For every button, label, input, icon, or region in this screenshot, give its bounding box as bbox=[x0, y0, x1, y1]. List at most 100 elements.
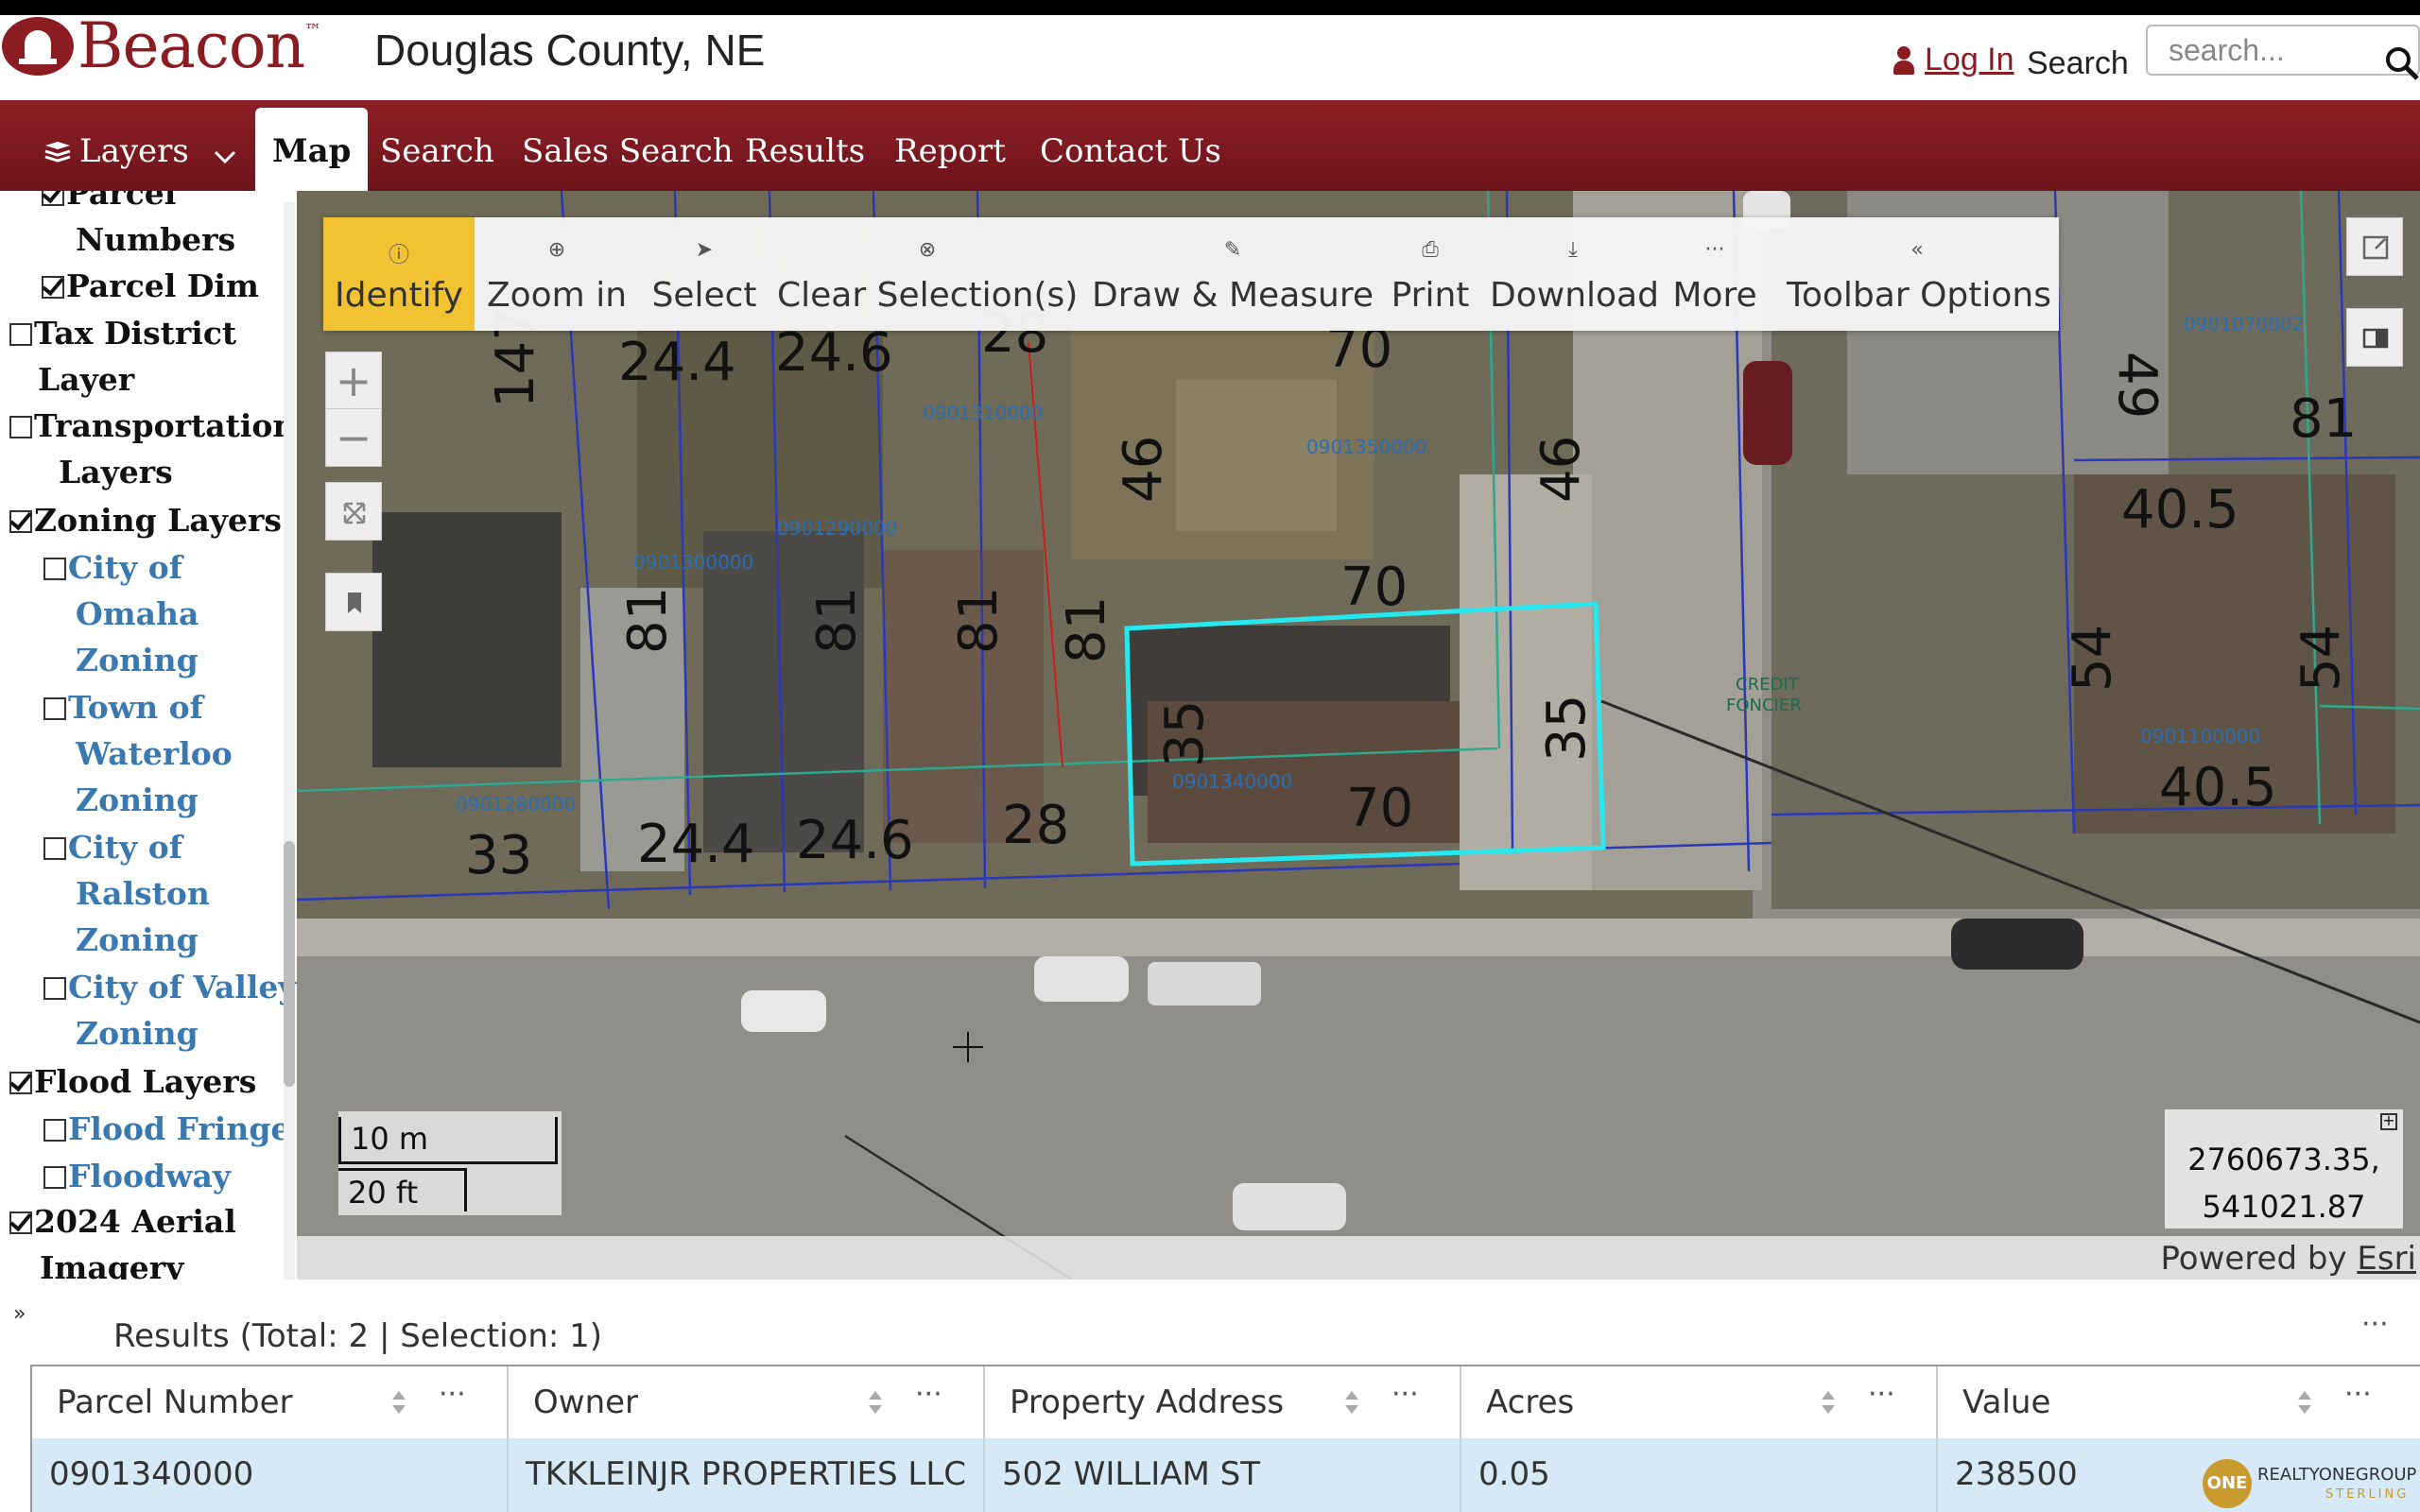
layer-label: Numbers bbox=[76, 221, 236, 258]
parcel-id-label: 0901280000 bbox=[456, 793, 576, 816]
bookmark-button[interactable] bbox=[325, 573, 382, 631]
nav-tab-search[interactable]: Search bbox=[380, 132, 494, 170]
sidebar-scroll-thumb[interactable] bbox=[284, 841, 295, 1087]
cell-owner[interactable]: TKKLEINJR PROPERTIES LLC bbox=[509, 1438, 985, 1512]
layers-icon bbox=[44, 142, 71, 163]
nav-tab-map[interactable]: Map bbox=[255, 108, 369, 200]
sort-icon[interactable] bbox=[1342, 1383, 1361, 1421]
nav-tab-sales-search[interactable]: Sales Search bbox=[522, 132, 734, 170]
checkbox-zoning[interactable] bbox=[9, 510, 32, 533]
search-label: Search bbox=[2027, 45, 2129, 81]
coordinate-readout: + 2760673.35, 541021.87 bbox=[2165, 1109, 2403, 1228]
column-menu-icon[interactable]: ··· bbox=[1868, 1378, 1895, 1411]
esri-link[interactable]: Esri bbox=[2357, 1240, 2416, 1278]
layer-omaha-zoning[interactable]: City of Omaha Zoning bbox=[43, 544, 199, 683]
overview-map-button[interactable] bbox=[2346, 217, 2403, 276]
tool-download[interactable]: ⤓ Download bbox=[1490, 217, 1659, 331]
nav-layers-dropdown[interactable]: Layers bbox=[43, 132, 237, 170]
layer-parcel-dim[interactable]: Parcel Dim bbox=[42, 263, 259, 309]
layer-flood-fringe[interactable]: Flood Fringe bbox=[43, 1106, 290, 1152]
table-row[interactable]: 0901340000 TKKLEINJR PROPERTIES LLC 502 … bbox=[32, 1438, 2420, 1512]
sort-icon[interactable] bbox=[1819, 1383, 1838, 1421]
tool-label: Clear Selection(s) bbox=[777, 276, 1079, 315]
checkbox-aerial-2024[interactable] bbox=[9, 1211, 32, 1234]
tool-more[interactable]: ··· More bbox=[1669, 217, 1760, 331]
checkbox-flood-fringe[interactable] bbox=[43, 1119, 66, 1142]
coord-x: 2760673.35, bbox=[2187, 1142, 2380, 1177]
column-label: Acres bbox=[1486, 1383, 1575, 1421]
column-header-value[interactable]: Value ··· bbox=[1938, 1366, 2420, 1438]
dim-label: 54 bbox=[2290, 625, 2352, 692]
layer-parcel-numbers[interactable]: Parcel Numbers bbox=[42, 191, 235, 263]
sort-icon[interactable] bbox=[389, 1383, 408, 1421]
layer-aerial-2024[interactable]: 2024 Aerial Imagery bbox=[9, 1198, 236, 1280]
login-link[interactable]: Log In bbox=[1893, 42, 2014, 78]
layer-floodway[interactable]: Floodway bbox=[43, 1153, 231, 1199]
dim-label: 81 bbox=[617, 587, 679, 654]
cell-acres[interactable]: 0.05 bbox=[1461, 1438, 1938, 1512]
layer-waterloo-zoning[interactable]: Town of Waterloo Zoning bbox=[43, 684, 233, 823]
tool-select[interactable]: ➤ Select bbox=[645, 217, 764, 331]
search-icon[interactable] bbox=[2384, 45, 2420, 81]
clear-icon: ⊗ bbox=[918, 238, 937, 262]
tool-label: Draw & Measure bbox=[1092, 276, 1374, 315]
tool-zoom-in[interactable]: ⊕ Zoom in bbox=[486, 217, 628, 331]
checkbox-tax-district[interactable] bbox=[9, 323, 32, 346]
compare-layers-button[interactable] bbox=[2346, 308, 2403, 367]
full-extent-button[interactable] bbox=[325, 482, 382, 541]
column-header-property-address[interactable]: Property Address ··· bbox=[985, 1366, 1461, 1438]
tool-draw-measure[interactable]: ✎ Draw & Measure bbox=[1091, 217, 1374, 331]
column-menu-icon[interactable]: ··· bbox=[2344, 1378, 2372, 1411]
column-menu-icon[interactable]: ··· bbox=[915, 1378, 942, 1411]
checkbox-flood[interactable] bbox=[9, 1072, 32, 1094]
layer-label: 2024 Aerial bbox=[34, 1203, 236, 1240]
layer-valley-zoning[interactable]: City of Valley Zoning bbox=[43, 964, 297, 1057]
results-menu-icon[interactable]: ··· bbox=[2361, 1308, 2389, 1341]
printer-icon: ⎙ bbox=[1422, 238, 1439, 262]
checkbox-floodway[interactable] bbox=[43, 1166, 66, 1189]
tool-print[interactable]: ⎙ Print bbox=[1388, 217, 1473, 331]
layer-flood[interactable]: Flood Layers bbox=[9, 1058, 256, 1105]
column-header-owner[interactable]: Owner ··· bbox=[509, 1366, 985, 1438]
nav-tab-contact-us[interactable]: Contact Us bbox=[1040, 132, 1221, 170]
map-view[interactable]: 147 24.4 24.6 28 70 46 46 70 81 81 81 81… bbox=[297, 191, 2420, 1280]
checkbox-parcel-numbers[interactable] bbox=[42, 191, 64, 206]
beacon-logo[interactable]: Beacon ™ bbox=[0, 15, 321, 77]
checkbox-valley-zoning[interactable] bbox=[43, 977, 66, 1000]
search-input[interactable] bbox=[2146, 25, 2420, 76]
county-name: Douglas County, NE bbox=[374, 26, 766, 75]
zoom-in-button[interactable]: + bbox=[326, 352, 381, 409]
layer-zoning[interactable]: Zoning Layers bbox=[9, 497, 282, 543]
map-toolbar: ⓘ Identify ⊕ Zoom in ➤ Select ⊗ Clear Select… bbox=[323, 217, 2059, 331]
cell-property-address[interactable]: 502 WILLIAM ST bbox=[985, 1438, 1461, 1512]
nav-tab-results[interactable]: Results bbox=[745, 132, 865, 170]
collapse-panel-icon[interactable]: » bbox=[13, 1302, 26, 1326]
column-menu-icon[interactable]: ··· bbox=[439, 1378, 466, 1411]
column-header-parcel-number[interactable]: Parcel Number ··· bbox=[32, 1366, 509, 1438]
tool-label: More bbox=[1672, 276, 1757, 315]
nav-tab-report[interactable]: Report bbox=[894, 132, 1006, 170]
sort-icon[interactable] bbox=[2295, 1383, 2314, 1421]
layer-ralston-zoning[interactable]: City of Ralston Zoning bbox=[43, 824, 210, 963]
tool-toolbar-options[interactable]: « Toolbar Options bbox=[1787, 217, 2051, 331]
sort-icon[interactable] bbox=[866, 1383, 885, 1421]
checkbox-omaha-zoning[interactable] bbox=[43, 558, 66, 580]
tool-identify[interactable]: ⓘ Identify bbox=[323, 217, 475, 331]
cell-parcel-number[interactable]: 0901340000 bbox=[32, 1438, 509, 1512]
checkbox-parcel-dim[interactable] bbox=[42, 276, 64, 299]
user-icon bbox=[1893, 44, 1915, 77]
expand-coordinates-icon[interactable]: + bbox=[2380, 1113, 2397, 1130]
layer-label: Parcel Dim bbox=[66, 267, 259, 304]
column-header-acres[interactable]: Acres ··· bbox=[1461, 1366, 1938, 1438]
column-menu-icon[interactable]: ··· bbox=[1392, 1378, 1419, 1411]
checkbox-waterloo-zoning[interactable] bbox=[43, 697, 66, 720]
zoom-out-button[interactable]: − bbox=[326, 409, 381, 466]
sidebar-scrollbar[interactable] bbox=[284, 202, 295, 1280]
checkbox-ralston-zoning[interactable] bbox=[43, 837, 66, 860]
login-label: Log In bbox=[1925, 42, 2014, 77]
layer-tax-district[interactable]: Tax District Layer bbox=[9, 310, 236, 403]
checkbox-transportation[interactable] bbox=[9, 416, 32, 438]
layer-transportation[interactable]: Transportation Layers bbox=[9, 403, 295, 495]
tool-clear-selection[interactable]: ⊗ Clear Selection(s) bbox=[777, 217, 1078, 331]
layer-label: Zoning Layers bbox=[34, 502, 282, 539]
